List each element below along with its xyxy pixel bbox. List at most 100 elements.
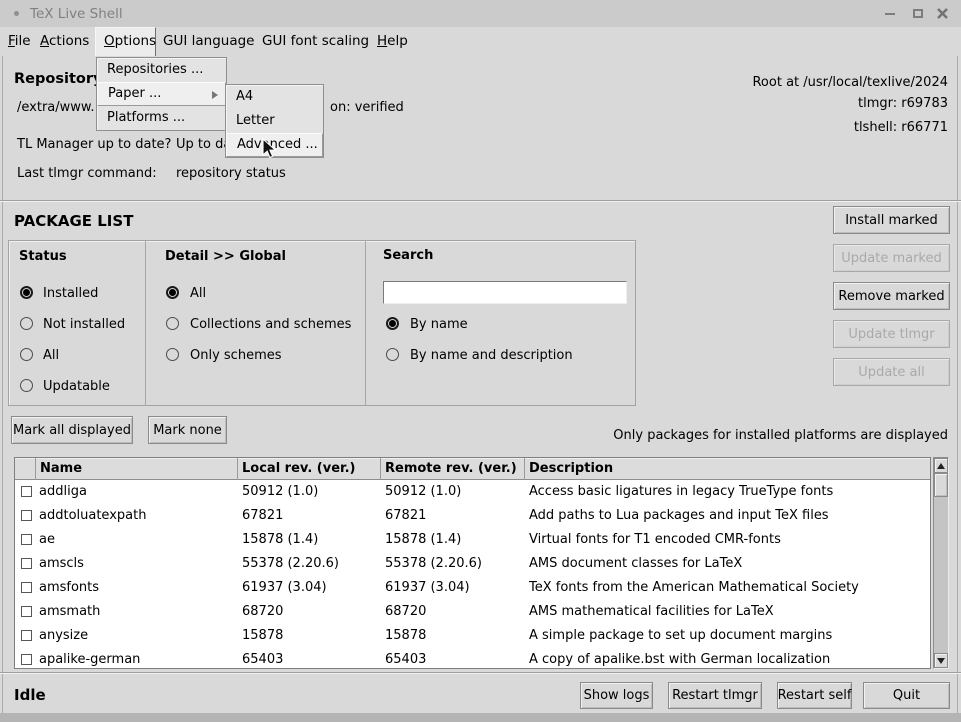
menu-help[interactable]: Help — [377, 27, 408, 56]
cell-remote-rev: 65403 — [385, 652, 426, 667]
table-row[interactable]: addliga 50912 (1.0) 50912 (1.0) Access b… — [15, 480, 930, 504]
arrow-up-icon — [937, 463, 945, 469]
search-input[interactable] — [383, 281, 627, 304]
cell-description: AMS document classes for LaTeX — [529, 556, 742, 571]
restart-tlmgr-button[interactable]: Restart tlmgr — [668, 682, 762, 709]
menu-file[interactable]: File — [8, 27, 31, 56]
radio-by-name-label: By name — [410, 317, 468, 332]
cell-remote-rev: 15878 (1.4) — [385, 532, 461, 547]
scroll-down-button[interactable] — [934, 653, 948, 668]
maximize-icon — [913, 9, 923, 18]
menubar: File Actions Options GUI language GUI fo… — [0, 27, 961, 56]
minimize-button[interactable] — [877, 0, 903, 27]
menu-item-paper-label: Paper ... — [108, 86, 161, 101]
scroll-up-button[interactable] — [934, 458, 948, 473]
radio-by-name-description[interactable] — [386, 348, 399, 361]
radio-all-status-label: All — [43, 348, 59, 363]
cell-local-rev: 15878 (1.4) — [242, 532, 318, 547]
cell-local-rev: 15878 — [242, 628, 283, 643]
row-checkbox[interactable] — [21, 534, 32, 545]
row-checkbox[interactable] — [21, 510, 32, 521]
window-title: TeX Live Shell — [30, 6, 123, 22]
table-header: Name Local rev. (ver.) Remote rev. (ver.… — [15, 458, 930, 480]
header-description: Description — [525, 458, 930, 480]
cell-remote-rev: 61937 (3.04) — [385, 580, 470, 595]
maximize-button[interactable] — [905, 0, 931, 27]
row-checkbox[interactable] — [21, 558, 32, 569]
radio-not-installed[interactable] — [20, 317, 33, 330]
remove-marked-button[interactable]: Remove marked — [833, 282, 950, 310]
row-checkbox[interactable] — [21, 582, 32, 593]
radio-by-name[interactable] — [386, 317, 399, 330]
cell-local-rev: 55378 (2.20.6) — [242, 556, 339, 571]
submenu-item-a4[interactable]: A4 — [226, 85, 323, 109]
options-dropdown-menu: Repositories ... Paper ... Platforms ... — [96, 57, 227, 131]
update-all-button[interactable]: Update all — [833, 358, 950, 386]
cell-remote-rev: 55378 (2.20.6) — [385, 556, 482, 571]
mark-all-displayed-button[interactable]: Mark all displayed — [11, 416, 133, 444]
submenu-item-letter[interactable]: Letter — [226, 109, 323, 133]
cell-description: A simple package to set up document marg… — [529, 628, 832, 643]
update-tlmgr-button[interactable]: Update tlmgr — [833, 320, 950, 348]
menu-item-paper[interactable]: Paper ... — [97, 82, 226, 106]
package-table: Name Local rev. (ver.) Remote rev. (ver.… — [14, 457, 931, 669]
table-row[interactable]: amsfonts 61937 (3.04) 61937 (3.04) TeX f… — [15, 576, 930, 600]
install-marked-button[interactable]: Install marked — [833, 206, 950, 234]
section-divider — [0, 200, 961, 202]
window-left-edge — [2, 56, 3, 713]
radio-only-schemes[interactable] — [166, 348, 179, 361]
section-divider — [0, 672, 961, 674]
filter-divider — [145, 240, 146, 406]
close-button[interactable] — [929, 0, 955, 27]
cell-name: amsmath — [39, 604, 100, 619]
cell-name: anysize — [39, 628, 88, 643]
show-logs-button[interactable]: Show logs — [580, 682, 653, 709]
table-row[interactable]: anysize 15878 15878 A simple package to … — [15, 624, 930, 648]
detail-group-label: Detail >> Global — [165, 249, 286, 264]
row-checkbox[interactable] — [21, 654, 32, 665]
menu-item-repositories[interactable]: Repositories ... — [97, 58, 226, 82]
scrollbar-thumb[interactable] — [934, 473, 948, 497]
radio-updatable[interactable] — [20, 379, 33, 392]
radio-all-status[interactable] — [20, 348, 33, 361]
row-checkbox[interactable] — [21, 606, 32, 617]
row-checkbox[interactable] — [21, 486, 32, 497]
table-row[interactable]: amscls 55378 (2.20.6) 55378 (2.20.6) AMS… — [15, 552, 930, 576]
table-row[interactable]: amsmath 68720 68720 AMS mathematical fac… — [15, 600, 930, 624]
cell-description: TeX fonts from the American Mathematical… — [529, 580, 859, 595]
cell-local-rev: 68720 — [242, 604, 283, 619]
window-bottom-edge — [0, 713, 961, 722]
radio-collections-schemes-label: Collections and schemes — [190, 317, 351, 332]
radio-by-name-description-label: By name and description — [410, 348, 573, 363]
menu-gui-font-scaling[interactable]: GUI font scaling — [262, 27, 369, 56]
menu-options[interactable]: Options — [104, 27, 156, 56]
menu-item-platforms[interactable]: Platforms ... — [97, 106, 226, 130]
radio-installed-label: Installed — [43, 286, 98, 301]
menu-actions[interactable]: Actions — [40, 27, 89, 56]
row-checkbox[interactable] — [21, 630, 32, 641]
repository-heading: Repository — [14, 71, 102, 87]
table-scrollbar[interactable] — [933, 457, 949, 669]
uptodate-label: TL Manager up to date? — [17, 137, 171, 152]
radio-detail-all[interactable] — [166, 286, 179, 299]
radio-not-installed-label: Not installed — [43, 317, 125, 332]
radio-collections-schemes[interactable] — [166, 317, 179, 330]
cell-remote-rev: 67821 — [385, 508, 426, 523]
table-row[interactable]: apalike-german 65403 65403 A copy of apa… — [15, 648, 930, 669]
cell-name: addliga — [39, 484, 87, 499]
cell-local-rev: 65403 — [242, 652, 283, 667]
quit-button[interactable]: Quit — [863, 682, 950, 709]
table-row[interactable]: addtoluatexpath 67821 67821 Add paths to… — [15, 504, 930, 528]
radio-installed[interactable] — [20, 286, 33, 299]
tlmgr-revision: tlmgr: r69783 — [858, 96, 948, 111]
last-command-label: Last tlmgr command: — [17, 166, 157, 181]
radio-only-schemes-label: Only schemes — [190, 348, 282, 363]
header-name: Name — [36, 458, 238, 480]
update-marked-button[interactable]: Update marked — [833, 244, 950, 272]
menu-gui-language[interactable]: GUI language — [163, 27, 254, 56]
mark-none-button[interactable]: Mark none — [148, 416, 227, 444]
cell-local-rev: 61937 (3.04) — [242, 580, 327, 595]
table-row[interactable]: ae 15878 (1.4) 15878 (1.4) Virtual fonts… — [15, 528, 930, 552]
restart-self-button[interactable]: Restart self — [777, 682, 852, 709]
tlshell-revision: tlshell: r66771 — [854, 120, 948, 135]
